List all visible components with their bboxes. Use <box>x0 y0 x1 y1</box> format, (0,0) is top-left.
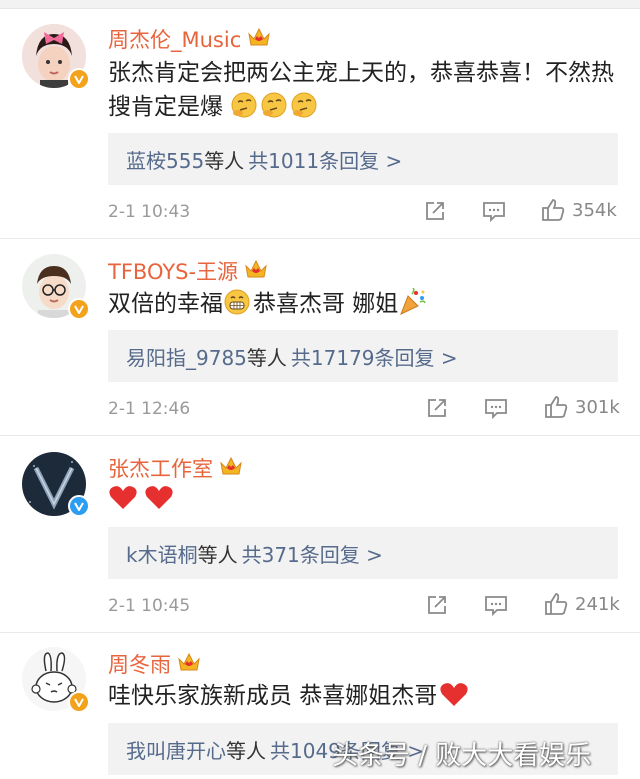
reply-suffix: 等人 <box>204 148 245 173</box>
timestamp: 2-1 10:45 <box>108 596 191 616</box>
comment-icon <box>485 399 507 420</box>
like-icon <box>545 396 568 418</box>
reply-user[interactable]: 蓝桉555 <box>126 145 204 174</box>
username-label[interactable]: 周冬雨 <box>108 649 171 679</box>
crown-icon <box>247 26 271 53</box>
heart-icon <box>439 680 469 718</box>
comment-body: 双倍的幸福 <box>108 291 223 317</box>
like-button[interactable]: 301k <box>543 394 620 420</box>
grin-emoji <box>223 288 251 326</box>
reply-count-link[interactable]: 共17179条回复 > <box>291 342 458 371</box>
verified-icon <box>68 298 90 320</box>
reply-summary[interactable]: 蓝桉555 等人 共1011条回复 > <box>108 133 618 185</box>
username[interactable]: 周杰伦_Music <box>108 24 271 54</box>
username-label[interactable]: TFBOYS-王源 <box>108 256 238 286</box>
comment-body: 张杰肯定会把两公主宠上天的，恭喜恭喜！不然热搜肯定是爆 <box>108 60 614 120</box>
like-icon <box>545 593 568 615</box>
verified-icon <box>68 68 90 90</box>
reply-user[interactable]: k木语桐 <box>126 539 198 568</box>
crown-icon <box>244 258 268 285</box>
like-button[interactable]: 354k <box>540 197 617 223</box>
username[interactable]: 张杰工作室 <box>108 453 243 483</box>
heart-icon <box>144 483 174 521</box>
share-button[interactable] <box>425 593 449 617</box>
top-divider <box>0 0 640 9</box>
timestamp: 2-1 10:43 <box>108 202 191 222</box>
party-emoji <box>398 287 427 326</box>
like-button[interactable]: 241k <box>543 591 620 617</box>
thinking-emoji <box>290 91 318 129</box>
username-label[interactable]: 张杰工作室 <box>108 453 213 483</box>
reply-user[interactable]: 我叫唐开心 <box>126 735 226 764</box>
like-icon <box>542 199 565 221</box>
reply-count-link[interactable]: 共1011条回复 > <box>248 145 402 174</box>
comment-button[interactable] <box>483 593 509 617</box>
comment-button[interactable] <box>483 396 509 420</box>
share-button[interactable] <box>423 199 447 223</box>
reply-suffix: 等人 <box>226 738 266 763</box>
crown-icon <box>219 455 243 482</box>
comment-button[interactable] <box>481 199 507 223</box>
thinking-emoji <box>260 91 288 129</box>
comment-divider <box>0 238 640 239</box>
thinking-emoji <box>230 91 258 129</box>
comment-body: 哇快乐家族新成员 恭喜娜姐杰哥 <box>108 683 438 709</box>
comment-divider <box>0 435 640 436</box>
username-label[interactable]: 周杰伦_Music <box>108 24 241 54</box>
reply-suffix: 等人 <box>246 345 287 370</box>
verified-icon <box>68 691 90 713</box>
comment-icon <box>485 596 507 617</box>
share-button[interactable] <box>425 396 449 420</box>
reply-count-link[interactable]: 共371条回复 > <box>242 539 383 568</box>
timestamp: 2-1 12:46 <box>108 399 191 419</box>
like-count: 354k <box>572 199 617 221</box>
watermark: 头条号 / 败大大看娱乐 <box>332 741 592 771</box>
heart-icon <box>108 483 138 521</box>
comment-text: 双倍的幸福 恭喜杰哥 娜姐 <box>108 287 622 326</box>
like-count: 241k <box>575 593 620 615</box>
share-icon <box>426 202 444 220</box>
reply-suffix: 等人 <box>197 542 238 567</box>
comment-body-tail: 恭喜杰哥 娜姐 <box>253 291 399 317</box>
verified-icon <box>68 495 90 517</box>
username[interactable]: TFBOYS-王源 <box>108 256 268 286</box>
reply-summary[interactable]: k木语桐 等人 共371条回复 > <box>108 527 618 579</box>
reply-user[interactable]: 易阳指_9785 <box>126 342 247 371</box>
comment-text: 张杰肯定会把两公主宠上天的，恭喜恭喜！不然热搜肯定是爆 <box>108 56 622 129</box>
username[interactable]: 周冬雨 <box>108 649 201 679</box>
comment-text: 哇快乐家族新成员 恭喜娜姐杰哥 <box>108 679 622 718</box>
comment-icon <box>483 202 505 223</box>
share-icon <box>428 399 446 417</box>
comment-text <box>108 482 622 521</box>
comment-divider <box>0 632 640 633</box>
crown-icon <box>177 651 201 678</box>
reply-summary[interactable]: 易阳指_9785 等人 共17179条回复 > <box>108 330 618 382</box>
like-count: 301k <box>575 396 620 418</box>
share-icon <box>428 596 446 614</box>
